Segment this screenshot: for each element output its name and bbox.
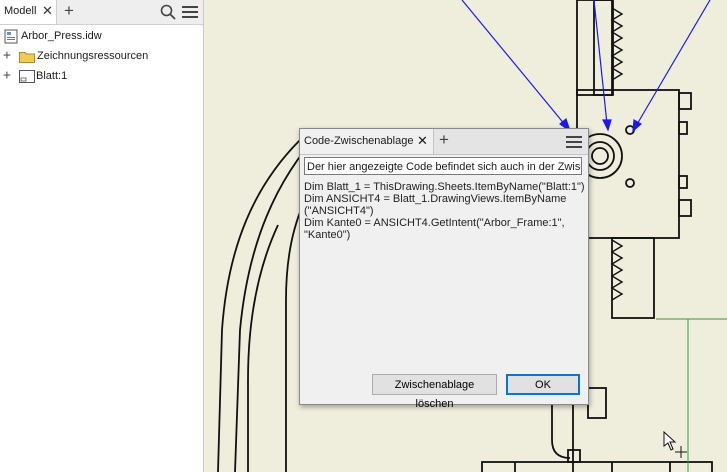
model-browser-panel: Modell ✕ + Arbor_Press.idw + Zeichnungsr… (0, 0, 204, 472)
sheet-icon (19, 70, 35, 86)
hamburger-menu-icon[interactable] (566, 135, 582, 152)
close-icon[interactable]: ✕ (42, 3, 53, 19)
tab-modell[interactable]: Modell ✕ (0, 0, 57, 24)
hamburger-menu-icon[interactable] (182, 5, 198, 22)
expand-icon[interactable]: + (3, 48, 11, 63)
add-tab-icon[interactable]: + (439, 130, 449, 150)
tree-item-blatt-1[interactable]: + Blatt:1 (0, 68, 200, 86)
idw-document-icon (4, 29, 18, 47)
tree-item-label: Zeichnungsressourcen (37, 50, 149, 62)
folder-icon (19, 50, 35, 66)
tree-item-document[interactable]: Arbor_Press.idw (0, 28, 200, 46)
dialog-tabbar: Code-Zwischenablage ✕ + (300, 129, 588, 155)
tab-code-zwischenablage[interactable]: Code-Zwischenablage ✕ (300, 129, 434, 154)
add-tab-icon[interactable]: + (64, 1, 74, 21)
close-icon[interactable]: ✕ (417, 133, 428, 149)
tree-item-label: Arbor_Press.idw (21, 30, 102, 42)
clear-clipboard-button[interactable]: Zwischenablage löschen (372, 374, 497, 410)
tab-modell-label: Modell (4, 5, 37, 17)
ok-button[interactable]: OK (506, 374, 580, 395)
dialog-tab-label: Code-Zwischenablage (304, 135, 414, 147)
tree-item-label: Blatt:1 (36, 70, 68, 82)
clipboard-info-field[interactable]: Der hier angezeigte Code befindet sich a… (304, 157, 582, 175)
tree-item-zeichnungsressourcen[interactable]: + Zeichnungsressourcen (0, 48, 200, 66)
browser-tabbar: Modell ✕ + (0, 0, 203, 25)
expand-icon[interactable]: + (3, 68, 11, 83)
code-clipboard-dialog: Code-Zwischenablage ✕ + Der hier angezei… (299, 128, 589, 410)
search-icon[interactable] (160, 4, 176, 23)
code-text[interactable]: Dim Blatt_1 = ThisDrawing.Sheets.ItemByN… (304, 181, 585, 241)
